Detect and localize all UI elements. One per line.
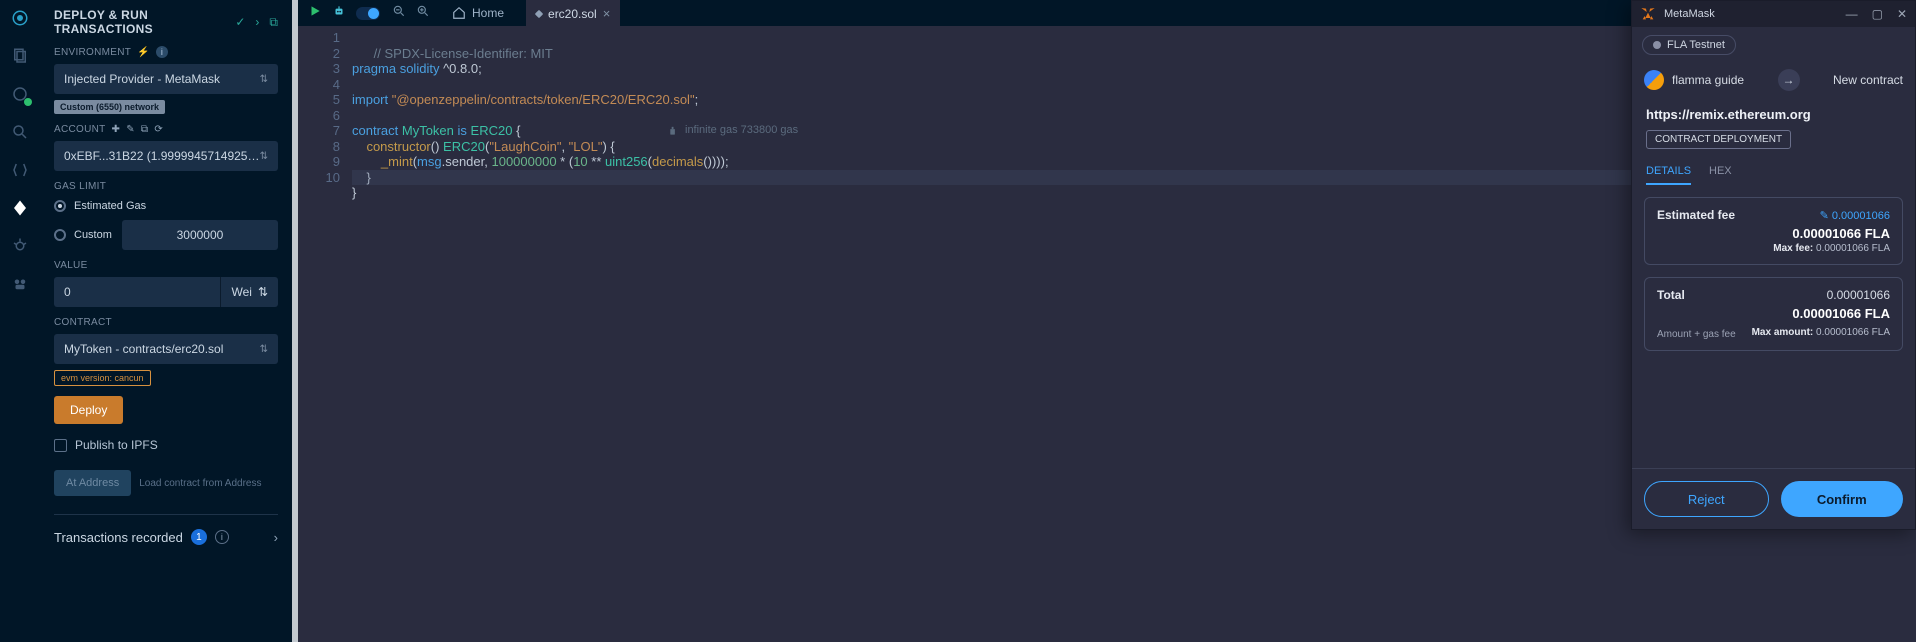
robot-icon[interactable] — [332, 4, 346, 23]
metamask-titlebar: MetaMask — ▢ ✕ — [1632, 1, 1915, 27]
tx-count-badge: 1 — [191, 529, 207, 545]
environment-select[interactable]: Injected Provider - MetaMask ⇅ — [54, 64, 278, 94]
refresh-account-icon[interactable]: ⟳ — [154, 124, 163, 135]
operation-tag: CONTRACT DEPLOYMENT — [1646, 130, 1791, 149]
publish-ipfs-row[interactable]: Publish to IPFS — [54, 438, 278, 452]
plug-icon[interactable]: ⚡ — [137, 47, 150, 58]
network-pill: Custom (6550) network — [54, 100, 165, 114]
at-address-input[interactable]: Load contract from Address — [139, 470, 278, 496]
at-address-button[interactable]: At Address — [54, 470, 131, 496]
chevron-right-icon[interactable]: › — [274, 530, 278, 545]
account-select[interactable]: 0xEBF...31B22 (1.9999945714925 etl ⇅ — [54, 141, 278, 171]
metamask-popup: MetaMask — ▢ ✕ FLA Testnet flamma guide … — [1631, 0, 1916, 530]
evm-version-pill: evm version: cancun — [54, 370, 151, 386]
metamask-title: MetaMask — [1664, 8, 1838, 20]
reject-button[interactable]: Reject — [1644, 481, 1769, 517]
panel-tools: ✓ › ⧉ — [235, 15, 278, 30]
chevron-updown-icon: ⇅ — [260, 344, 268, 355]
tab-hex[interactable]: HEX — [1709, 165, 1732, 185]
toggle-switch[interactable] — [356, 7, 380, 20]
close-tab-icon[interactable]: × — [603, 6, 611, 21]
action-label: New contract — [1833, 73, 1903, 87]
fee-card: Estimated fee ✎ 0.00001066 0.00001066 FL… — [1644, 197, 1903, 265]
value-input[interactable]: 0 — [54, 277, 220, 307]
copy-account-icon[interactable]: ⧉ — [141, 124, 148, 135]
radio-checked-icon[interactable] — [54, 200, 66, 212]
value-label: VALUE — [54, 260, 278, 271]
total-card: Total 0.00001066 0.00001066 FLA Amount +… — [1644, 277, 1903, 351]
confirm-button[interactable]: Confirm — [1781, 481, 1904, 517]
gas-estimated-row[interactable]: Estimated Gas — [54, 200, 278, 212]
debug-icon[interactable] — [10, 236, 30, 256]
radio-icon[interactable] — [54, 229, 66, 241]
gas-custom-input[interactable]: 3000000 — [122, 220, 278, 250]
check-icon[interactable]: ✓ — [235, 15, 245, 30]
plugins-icon[interactable] — [10, 274, 30, 294]
window-minimize-icon[interactable]: — — [1846, 7, 1858, 21]
activity-bar — [0, 0, 40, 642]
chevron-updown-icon: ⇅ — [258, 285, 268, 299]
network-chip[interactable]: FLA Testnet — [1642, 35, 1736, 55]
window-close-icon[interactable]: ✕ — [1897, 7, 1907, 21]
gas-estimate-hint: infinite gas 733800 gas — [668, 123, 798, 139]
info-icon[interactable]: i — [156, 46, 168, 58]
contract-select[interactable]: MyToken - contracts/erc20.sol ⇅ — [54, 334, 278, 364]
file-tab-active[interactable]: erc20.sol × — [526, 0, 620, 26]
window-maximize-icon[interactable]: ▢ — [1872, 7, 1883, 21]
deploy-button[interactable]: Deploy — [54, 396, 123, 424]
line-gutter: 12345678910 — [298, 30, 352, 232]
arrow-right-icon[interactable]: → — [1778, 69, 1800, 91]
account-avatar-icon — [1644, 70, 1664, 90]
deploy-panel: DEPLOY & RUN TRANSACTIONS ✓ › ⧉ ENVIRONM… — [40, 0, 292, 642]
tab-details[interactable]: DETAILS — [1646, 165, 1691, 185]
metamask-tabs: DETAILS HEX — [1632, 153, 1915, 185]
value-unit-select[interactable]: Wei ⇅ — [220, 277, 278, 307]
origin-url: https://remix.ethereum.org — [1646, 107, 1901, 122]
chevron-right-icon[interactable]: › — [255, 15, 259, 30]
home-tab[interactable]: Home — [442, 6, 514, 20]
network-dot-icon — [1653, 41, 1661, 49]
plus-account-icon[interactable]: ✚ — [112, 124, 121, 135]
gas-limit-label: GAS LIMIT — [54, 181, 278, 192]
search-icon[interactable] — [10, 122, 30, 142]
info-icon[interactable]: i — [215, 530, 229, 544]
chevron-updown-icon: ⇅ — [260, 151, 268, 162]
account-label: ACCOUNT ✚ ✎ ⧉ ⟳ — [54, 124, 278, 135]
gas-custom-row[interactable]: Custom — [54, 229, 112, 241]
solidity-file-icon — [535, 9, 543, 17]
zoom-in-icon[interactable] — [416, 4, 430, 23]
checkbox-icon[interactable] — [54, 439, 67, 452]
account-name: flamma guide — [1672, 73, 1744, 87]
copy-icon[interactable]: ⧉ — [269, 15, 278, 30]
contract-label: CONTRACT — [54, 317, 278, 328]
deploy-icon[interactable] — [10, 198, 30, 218]
chevron-updown-icon: ⇅ — [260, 74, 268, 85]
panel-title: DEPLOY & RUN TRANSACTIONS — [54, 8, 235, 36]
compile-status-icon[interactable] — [10, 84, 30, 104]
edit-account-icon[interactable]: ✎ — [126, 124, 135, 135]
compiler-icon[interactable] — [10, 160, 30, 180]
metamask-fox-icon — [1640, 6, 1656, 22]
transactions-recorded-row[interactable]: Transactions recorded 1 i › — [54, 529, 278, 545]
zoom-out-icon[interactable] — [392, 4, 406, 23]
environment-label: ENVIRONMENT ⚡ i — [54, 46, 278, 58]
logo-icon[interactable] — [10, 8, 30, 28]
edit-fee-icon[interactable]: ✎ 0.00001066 — [1820, 209, 1890, 222]
files-icon[interactable] — [10, 46, 30, 66]
run-icon[interactable] — [308, 4, 322, 23]
